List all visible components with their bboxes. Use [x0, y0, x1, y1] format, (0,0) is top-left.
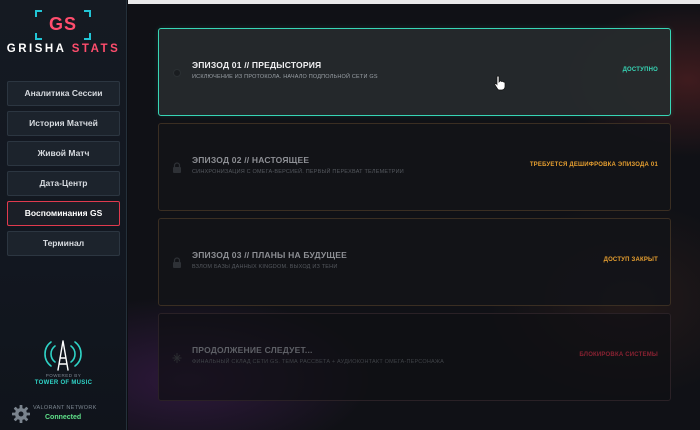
nav-data-center[interactable]: Дата-Центр [7, 171, 120, 196]
episode-card-03[interactable]: ЭПИЗОД 03 // ПЛАНЫ НА БУДУЩЕЕ ВЗЛОМ БАЗЫ… [158, 218, 671, 306]
network-status: VALORANT NETWORK Connected [11, 403, 121, 425]
dot-icon [173, 69, 181, 77]
episode-card-continued[interactable]: ПРОДОЛЖЕНИЕ СЛЕДУЕТ... ФИНАЛЬНЫЙ СКЛАД С… [158, 313, 671, 401]
nav-gs-memories[interactable]: Воспоминания GS [7, 201, 120, 226]
main-content: ЭПИЗОД 01 // ПРЕДЫСТОРИЯ ИСКЛЮЧЕНИЕ ИЗ П… [128, 0, 700, 430]
episode-status: ДОСТУП ЗАКРЫТ [603, 257, 658, 263]
episode-subtitle: ИСКЛЮЧЕНИЕ ИЗ ПРОТОКОЛА. НАЧАЛО ПОДПОЛЬН… [192, 74, 378, 80]
logo-text: GS [48, 14, 77, 34]
episode-title: ЭПИЗОД 02 // НАСТОЯЩЕЕ [192, 155, 310, 165]
episode-status: ТРЕБУЕТСЯ ДЕШИФРОВКА ЭПИЗОДА 01 [529, 162, 658, 168]
episode-card-02[interactable]: ЭПИЗОД 02 // НАСТОЯЩЕЕ СИНХРОНИЗАЦИЯ С О… [158, 123, 671, 211]
network-title: VALORANT NETWORK [33, 405, 97, 411]
gear-icon[interactable] [11, 404, 31, 424]
episode-status: ДОСТУПНО [622, 67, 658, 73]
hand-cursor-icon [494, 75, 506, 91]
star-icon [172, 353, 182, 363]
nav-live-match[interactable]: Живой Матч [7, 141, 120, 166]
tower-of-music-label: TOWER OF MUSIC [34, 380, 93, 386]
tower-icon [44, 340, 82, 371]
episode-subtitle: ФИНАЛЬНЫЙ СКЛАД СЕТИ GS. ТЕМА РАССВЕТА +… [192, 359, 444, 365]
episode-title: ЭПИЗОД 01 // ПРЕДЫСТОРИЯ [192, 60, 322, 70]
episode-subtitle: ВЗЛОМ БАЗЫ ДАННЫХ KINGDOM. ВЫХОД ИЗ ТЕНИ [192, 264, 338, 270]
network-connected: Connected [45, 414, 82, 421]
episode-card-01[interactable]: ЭПИЗОД 01 // ПРЕДЫСТОРИЯ ИСКЛЮЧЕНИЕ ИЗ П… [158, 28, 671, 116]
sidebar: GS GRISHA STATS Аналитика Сессии История… [0, 0, 127, 430]
nav-terminal[interactable]: Терминал [7, 231, 120, 256]
nav-session-analytics[interactable]: Аналитика Сессии [7, 81, 120, 106]
episode-title: ПРОДОЛЖЕНИЕ СЛЕДУЕТ... [192, 345, 313, 355]
episode-subtitle: СИНХРОНИЗАЦИЯ С ОМЕГА-ВЕРСИЕЙ. ПЕРВЫЙ ПЕ… [192, 169, 404, 175]
top-bar [128, 0, 700, 4]
powered-by-label: POWERED BY [45, 373, 82, 378]
episode-status: БЛОКИРОВКА СИСТЕМЫ [579, 352, 658, 358]
episode-title: ЭПИЗОД 03 // ПЛАНЫ НА БУДУЩЕЕ [192, 250, 347, 260]
logo: GS [35, 10, 91, 40]
lock-icon [173, 257, 181, 268]
brand-part-2: STATS [71, 43, 121, 55]
lock-icon [173, 162, 181, 173]
nav-match-history[interactable]: История Матчей [7, 111, 120, 136]
brand-part-1: GRISHA [6, 43, 72, 55]
brand-title: GRISHA STATS [0, 43, 127, 55]
